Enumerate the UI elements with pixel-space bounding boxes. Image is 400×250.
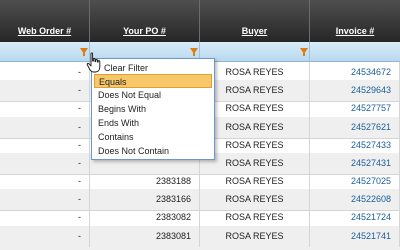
cell-buyer: ROSA REYES	[200, 98, 310, 119]
invoice-link[interactable]: 24521741	[310, 226, 400, 247]
cell-buyer: ROSA REYES	[200, 226, 310, 247]
grid-header: Web Order # Your PO # Buyer Invoice #	[0, 0, 400, 42]
menu-item-contains[interactable]: Contains	[94, 130, 212, 144]
menu-item-begins-with[interactable]: Begins With	[94, 102, 212, 116]
menu-item-equals[interactable]: Equals	[94, 74, 212, 88]
cell-your-po: 2383081	[90, 226, 200, 247]
column-header-buyer[interactable]: Buyer	[200, 0, 310, 42]
column-header-invoice-label[interactable]: Invoice #	[310, 26, 400, 36]
invoice-link[interactable]: 24521724	[310, 207, 400, 228]
menu-item-clear-filter[interactable]: Clear Filter	[94, 61, 212, 75]
funnel-icon[interactable]	[300, 48, 308, 56]
cell-web-order: -	[0, 207, 90, 228]
invoice-link[interactable]: 24527757	[310, 98, 400, 119]
column-header-web-order[interactable]: Web Order #	[0, 0, 90, 42]
menu-item-ends-with[interactable]: Ends With	[94, 116, 212, 130]
cell-your-po: 2383082	[90, 207, 200, 228]
funnel-icon[interactable]	[190, 48, 198, 56]
filter-cell-invoice[interactable]	[310, 42, 400, 61]
menu-item-does-not-contain[interactable]: Does Not Contain	[94, 144, 212, 158]
table-row[interactable]: - 2383081 ROSA REYES 24521741	[0, 226, 400, 250]
menu-item-does-not-equal[interactable]: Does Not Equal	[94, 88, 212, 102]
column-header-buyer-label[interactable]: Buyer	[200, 26, 309, 36]
column-header-invoice[interactable]: Invoice #	[310, 0, 400, 42]
column-header-your-po-label[interactable]: Your PO #	[90, 26, 199, 36]
column-header-web-order-label[interactable]: Web Order #	[0, 26, 89, 36]
cell-buyer: ROSA REYES	[200, 207, 310, 228]
filter-dropdown-menu: Clear Filter Equals Does Not Equal Begin…	[91, 58, 215, 160]
filter-cell-buyer[interactable]	[200, 42, 310, 61]
cell-web-order: -	[0, 98, 90, 119]
column-header-your-po[interactable]: Your PO #	[90, 0, 200, 42]
filter-cell-web-order[interactable]	[0, 42, 90, 61]
hand-pointer-icon	[86, 52, 101, 73]
cell-web-order: -	[0, 226, 90, 247]
